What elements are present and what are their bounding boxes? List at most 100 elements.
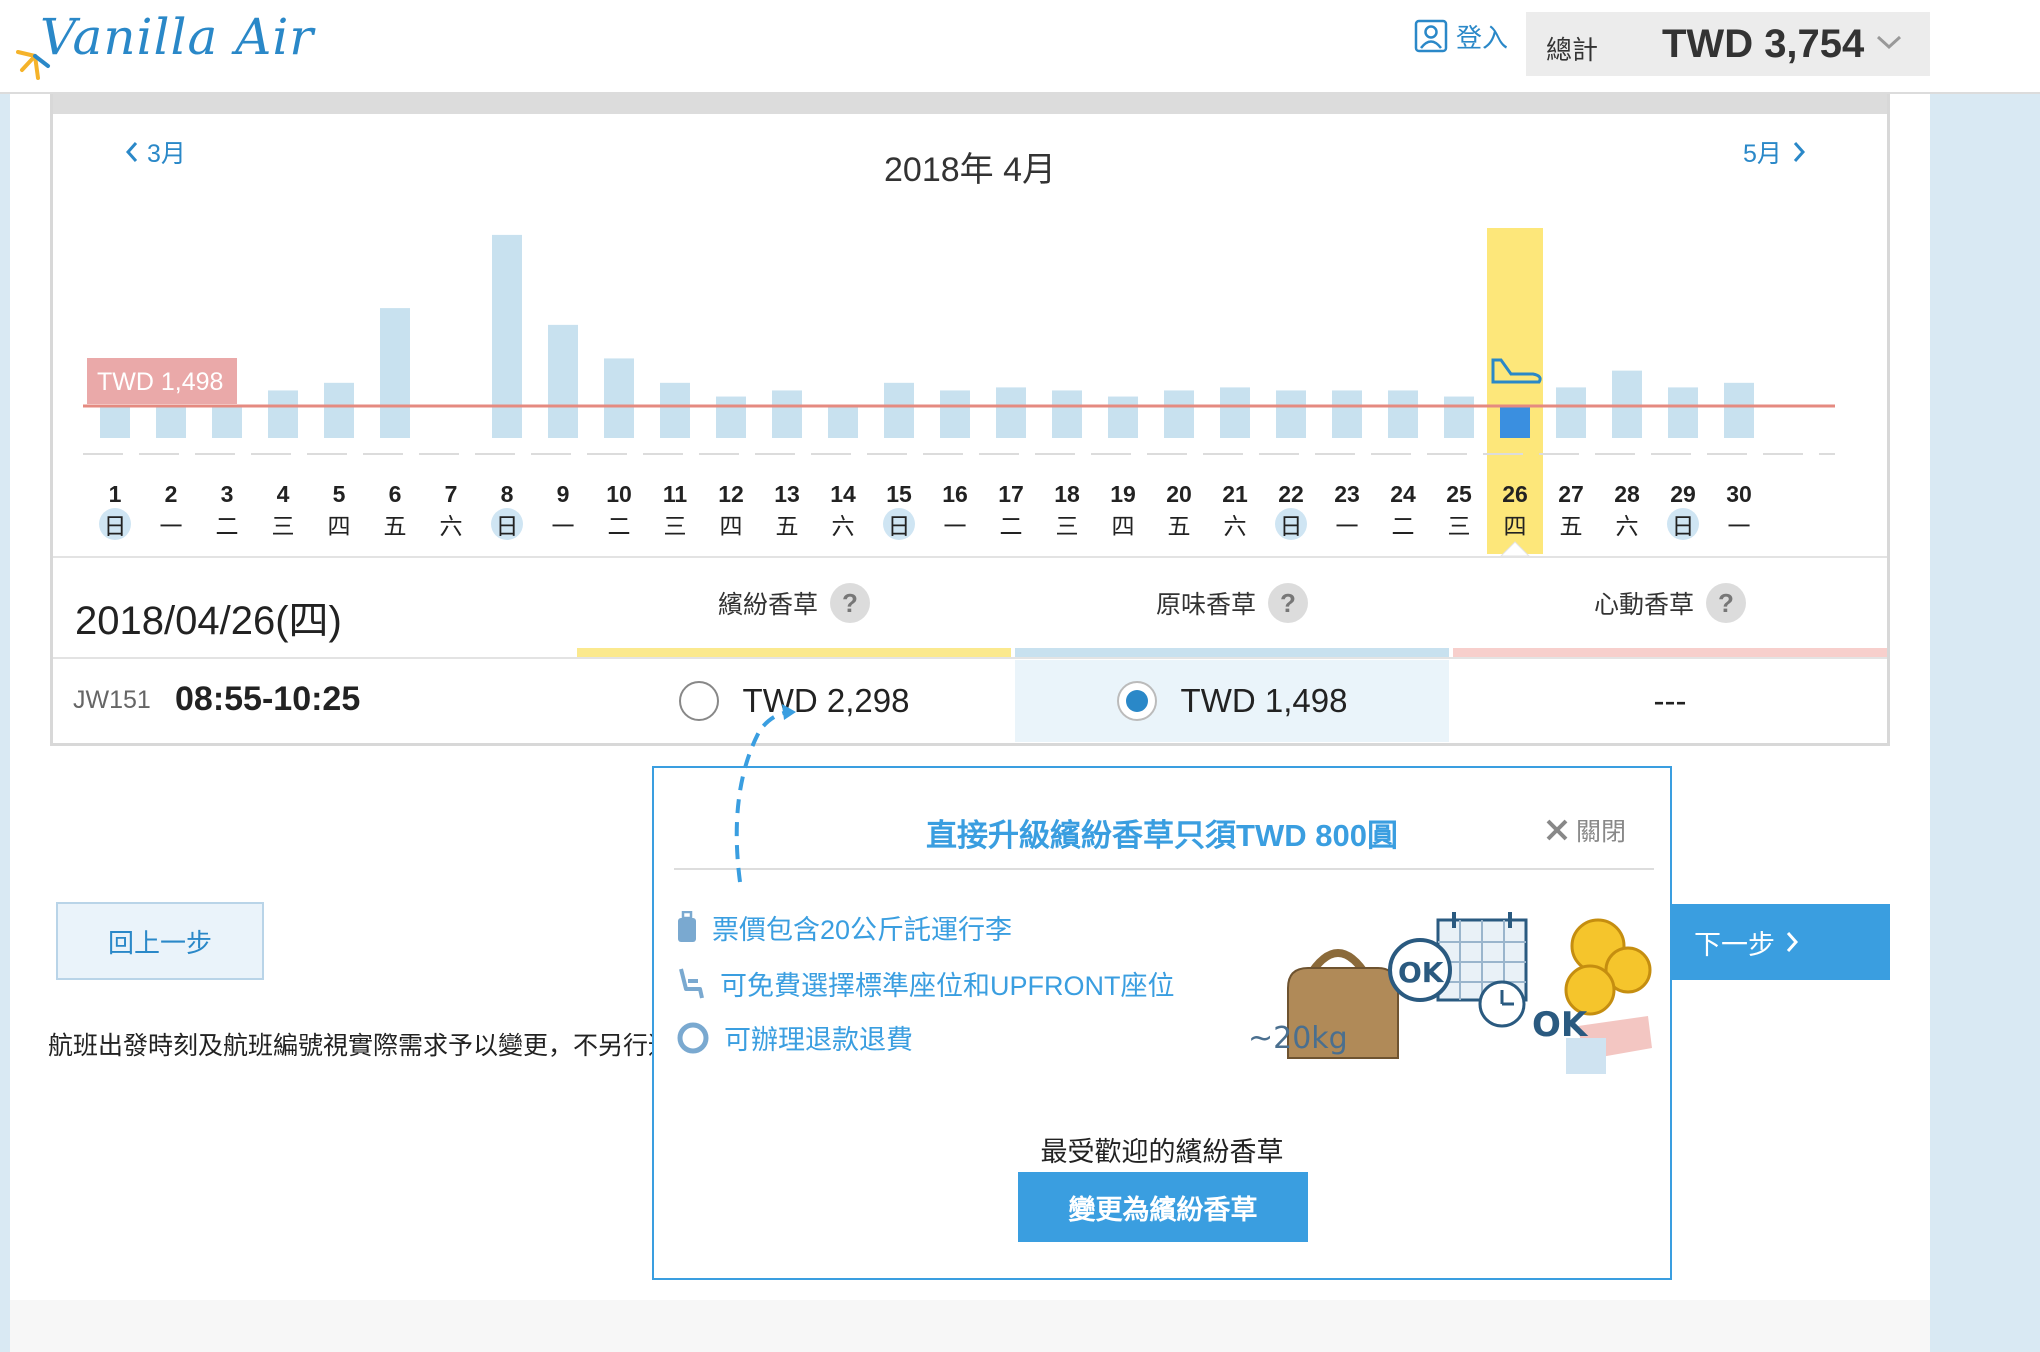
next-button[interactable]: 下一步 <box>1664 904 1890 980</box>
ok-refresh-icon: OK <box>1388 938 1452 1002</box>
fare-option-original[interactable]: TWD 1,498 <box>1015 660 1449 742</box>
fare-bar <box>884 382 914 438</box>
vanilla-air-logo[interactable]: Vanilla Air <box>10 2 313 88</box>
svg-text:OK: OK <box>1532 1005 1589 1045</box>
day-number: 14 <box>830 481 856 507</box>
day-number: 9 <box>557 481 570 507</box>
weekday-label: 一 <box>160 514 183 540</box>
radio-button[interactable] <box>678 681 719 721</box>
bag-icon: ~20kg <box>1248 949 1399 1059</box>
weekday-label: 日 <box>1280 514 1303 540</box>
weekday-label: 日 <box>1672 514 1695 540</box>
day-number: 22 <box>1278 481 1304 507</box>
weekday-label: 日 <box>888 514 911 540</box>
fare-bar <box>324 382 354 438</box>
fare-price: TWD 2,298 <box>742 682 910 719</box>
day-number: 23 <box>1334 481 1360 507</box>
fare-bar <box>1500 406 1530 438</box>
close-icon <box>1546 819 1568 841</box>
fare-bar <box>1612 370 1642 438</box>
next-label: 下一步 <box>1694 929 1775 960</box>
feature-text: 可辦理退款退費 <box>724 1025 913 1055</box>
fare-bar <box>772 390 802 438</box>
logo-text: Vanilla Air <box>40 8 315 66</box>
svg-text:~20kg: ~20kg <box>1248 1021 1348 1056</box>
schedule-notice: 航班出發時刻及航班編號視實際需求予以變更，不另行通知。 <box>48 1032 658 1060</box>
fare-bar <box>940 390 970 438</box>
day-number: 13 <box>774 481 800 507</box>
day-number: 6 <box>389 481 402 507</box>
day-number: 12 <box>718 481 744 507</box>
change-to-colorful-button[interactable]: 變更為繽紛香草 <box>1018 1172 1308 1242</box>
weekday-label: 二 <box>608 514 631 540</box>
fare-bar <box>1444 396 1474 438</box>
weekday-label: 五 <box>1168 514 1191 540</box>
tier-header-heartbeat: 心動香草 ? <box>1453 578 1887 628</box>
day-number: 24 <box>1390 481 1416 507</box>
lowest-price-label: TWD 1,498 <box>97 368 223 396</box>
selected-date: 2018/04/26(四) <box>75 599 342 643</box>
fare-bar <box>380 308 410 438</box>
fare-bar <box>1220 387 1250 438</box>
day-number: 27 <box>1558 481 1584 507</box>
flight-number: JW151 <box>73 686 151 714</box>
back-button[interactable]: 回上一步 <box>56 902 264 980</box>
close-button[interactable]: 關閉 <box>1544 812 1626 848</box>
help-icon[interactable]: ? <box>1268 583 1308 623</box>
popup-title: 直接升級繽紛香草只須TWD 800圓 <box>926 818 1398 853</box>
weekday-label: 六 <box>832 514 855 540</box>
fare-bar <box>1556 387 1586 438</box>
fare-bar-chart: TWD 1,498 1 日 2 一 3 二 4 三 5 四 6 五 7 六 8 日 9 一 10 二 11 三 12 四 13 五 1… <box>83 228 1835 557</box>
help-icon[interactable]: ? <box>830 583 870 623</box>
total-value: TWD 3,754 <box>1662 22 1865 66</box>
fare-option-heartbeat: --- <box>1453 660 1887 742</box>
weekday-label: 三 <box>272 514 295 540</box>
day-number: 29 <box>1670 481 1696 507</box>
login-label: 登入 <box>1456 22 1509 53</box>
tier-name: 繽紛香草 <box>717 591 818 619</box>
fare-bar <box>548 324 578 438</box>
divider <box>674 868 1654 870</box>
divider <box>53 657 1887 659</box>
day-number: 4 <box>277 481 290 507</box>
day-number: 19 <box>1110 481 1136 507</box>
login-link[interactable]: 登入 <box>1414 16 1508 56</box>
day-number: 10 <box>606 481 632 507</box>
day-number: 16 <box>942 481 968 507</box>
fare-price: --- <box>1653 682 1687 719</box>
fare-bar <box>828 406 858 438</box>
weekday-label: 三 <box>1448 514 1471 540</box>
total-price-dropdown[interactable]: 總計 TWD 3,754 <box>1526 12 1930 76</box>
coins-icon: OK <box>1532 918 1652 1074</box>
page-background-right <box>1930 94 2040 1352</box>
fare-option-colorful[interactable]: TWD 2,298 <box>577 660 1011 742</box>
day-number: 5 <box>333 481 346 507</box>
tier-name: 原味香草 <box>1155 591 1256 619</box>
chevron-down-icon <box>1876 35 1902 50</box>
feature-item: 可辦理退款退費 <box>676 1018 913 1057</box>
radio-button-selected[interactable] <box>1116 681 1157 721</box>
day-number: 1 <box>109 481 122 507</box>
weekday-label: 五 <box>1560 514 1583 540</box>
fare-bar <box>268 390 298 438</box>
fare-bar <box>1164 390 1194 438</box>
day-number: 11 <box>663 481 688 507</box>
upgrade-benefits-illustration: ~20kg OK OK <box>1248 912 1652 1074</box>
luggage-icon <box>678 910 696 942</box>
user-icon <box>1414 19 1448 53</box>
weekday-label: 一 <box>552 514 575 540</box>
popup-subtitle: 最受歡迎的繽紛香草 <box>1040 1137 1284 1167</box>
tier-header-colorful: 繽紛香草 ? <box>577 578 1011 628</box>
fare-bar <box>1668 387 1698 438</box>
tier-header-original: 原味香草 ? <box>1015 578 1449 628</box>
clock-icon <box>1478 980 1526 1028</box>
seat-icon <box>679 968 704 998</box>
day-number: 17 <box>998 481 1024 507</box>
help-icon[interactable]: ? <box>1706 583 1746 623</box>
weekday-label: 三 <box>664 514 687 540</box>
weekday-label: 一 <box>1336 514 1359 540</box>
day-number: 25 <box>1446 481 1472 507</box>
feature-item: 票價包含20公斤託運行李 <box>676 908 1012 947</box>
close-label: 關閉 <box>1576 818 1627 846</box>
day-number: 3 <box>221 481 234 507</box>
